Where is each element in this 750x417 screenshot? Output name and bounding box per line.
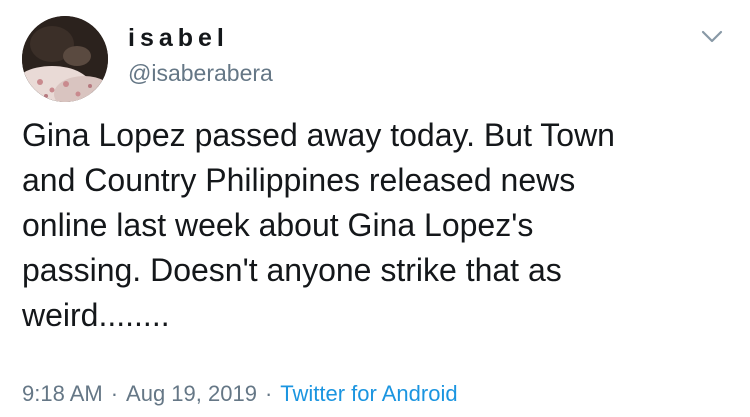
tweet-source-link[interactable]: Twitter for Android	[280, 381, 457, 406]
tweet-time[interactable]: 9:18 AM	[22, 381, 103, 406]
chevron-down-icon[interactable]	[700, 24, 724, 48]
tweet-card: isabel @isaberabera Gina Lopez passed aw…	[0, 0, 750, 417]
avatar[interactable]	[22, 16, 108, 102]
tweet-meta: 9:18 AM · Aug 19, 2019 · Twitter for Android	[22, 381, 458, 407]
tweet-date[interactable]: Aug 19, 2019	[126, 381, 257, 406]
avatar-image	[22, 16, 108, 102]
meta-separator: ·	[264, 381, 273, 406]
tweet-text: Gina Lopez passed away today. But Town a…	[22, 117, 615, 333]
meta-separator: ·	[110, 381, 119, 406]
user-handle[interactable]: @isaberabera	[128, 60, 273, 86]
display-name[interactable]: isabel	[128, 24, 229, 52]
